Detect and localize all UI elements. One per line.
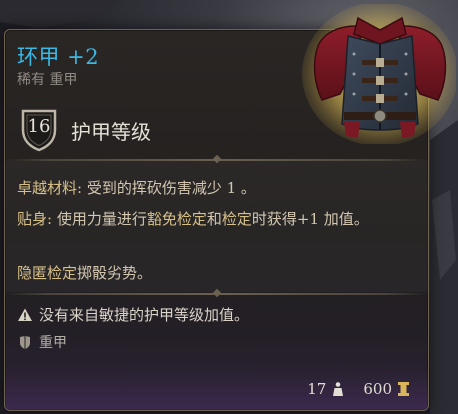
item-image-armour: [302, 4, 456, 144]
item-rarity-type: 稀有 重甲: [17, 72, 78, 88]
tooltip-footer: 17 600: [5, 368, 428, 410]
passive-superior-material[interactable]: 卓越材料: 受到的挥砍伤害减少 1 。: [17, 177, 256, 200]
armour-class-label: 护甲等级: [71, 119, 151, 144]
keyword-check[interactable]: 检定: [222, 210, 252, 228]
armour-type-text: 重甲: [39, 335, 67, 351]
restrictions-section: 没有来自敏捷的护甲等级加值。 重甲: [5, 292, 428, 372]
gold-icon: [398, 382, 409, 396]
armour-type-line: 重甲: [17, 332, 67, 352]
weight-icon: [333, 382, 344, 396]
armour-class-value: 16: [27, 116, 51, 137]
no-dex-bonus-text: 没有来自敏捷的护甲等级加值。: [39, 306, 250, 324]
keyword-saving-throw[interactable]: 豁免检定: [147, 210, 207, 228]
passive-text: 使用力量进行: [56, 210, 147, 228]
armour-class-row: 16 护甲等级: [19, 108, 151, 152]
no-dex-bonus-line: 没有来自敏捷的护甲等级加值。: [17, 304, 249, 325]
passive-text: 和: [206, 210, 222, 228]
passive-text: 时获得+1 加值。: [251, 210, 369, 228]
weight-value: 17: [307, 380, 327, 398]
passive-snug-fit[interactable]: 贴身: 使用力量进行豁免检定和检定时获得+1 加值。: [17, 208, 377, 231]
passive-name: 贴身:: [17, 210, 53, 228]
item-name: 环甲 +2: [17, 45, 100, 69]
passive-stealth-disadvantage[interactable]: 隐匿检定掷骰劣势。: [17, 262, 152, 285]
gold-value: 600: [363, 380, 392, 398]
passive-name: 卓越材料:: [17, 179, 83, 197]
armour-class-shield-icon: 16: [19, 108, 59, 152]
warning-triangle-icon: [18, 308, 32, 321]
heavy-armour-icon: [20, 336, 30, 349]
keyword-stealth-check[interactable]: 隐匿检定: [17, 264, 77, 282]
passive-text: 受到的挥砍伤害减少 1 。: [86, 179, 256, 197]
passive-text: 掷骰劣势。: [77, 264, 153, 282]
weight-value-row: 17 600: [307, 380, 410, 398]
passives-section: 卓越材料: 受到的挥砍伤害减少 1 。 贴身: 使用力量进行豁免检定和检定时获得…: [5, 161, 428, 292]
